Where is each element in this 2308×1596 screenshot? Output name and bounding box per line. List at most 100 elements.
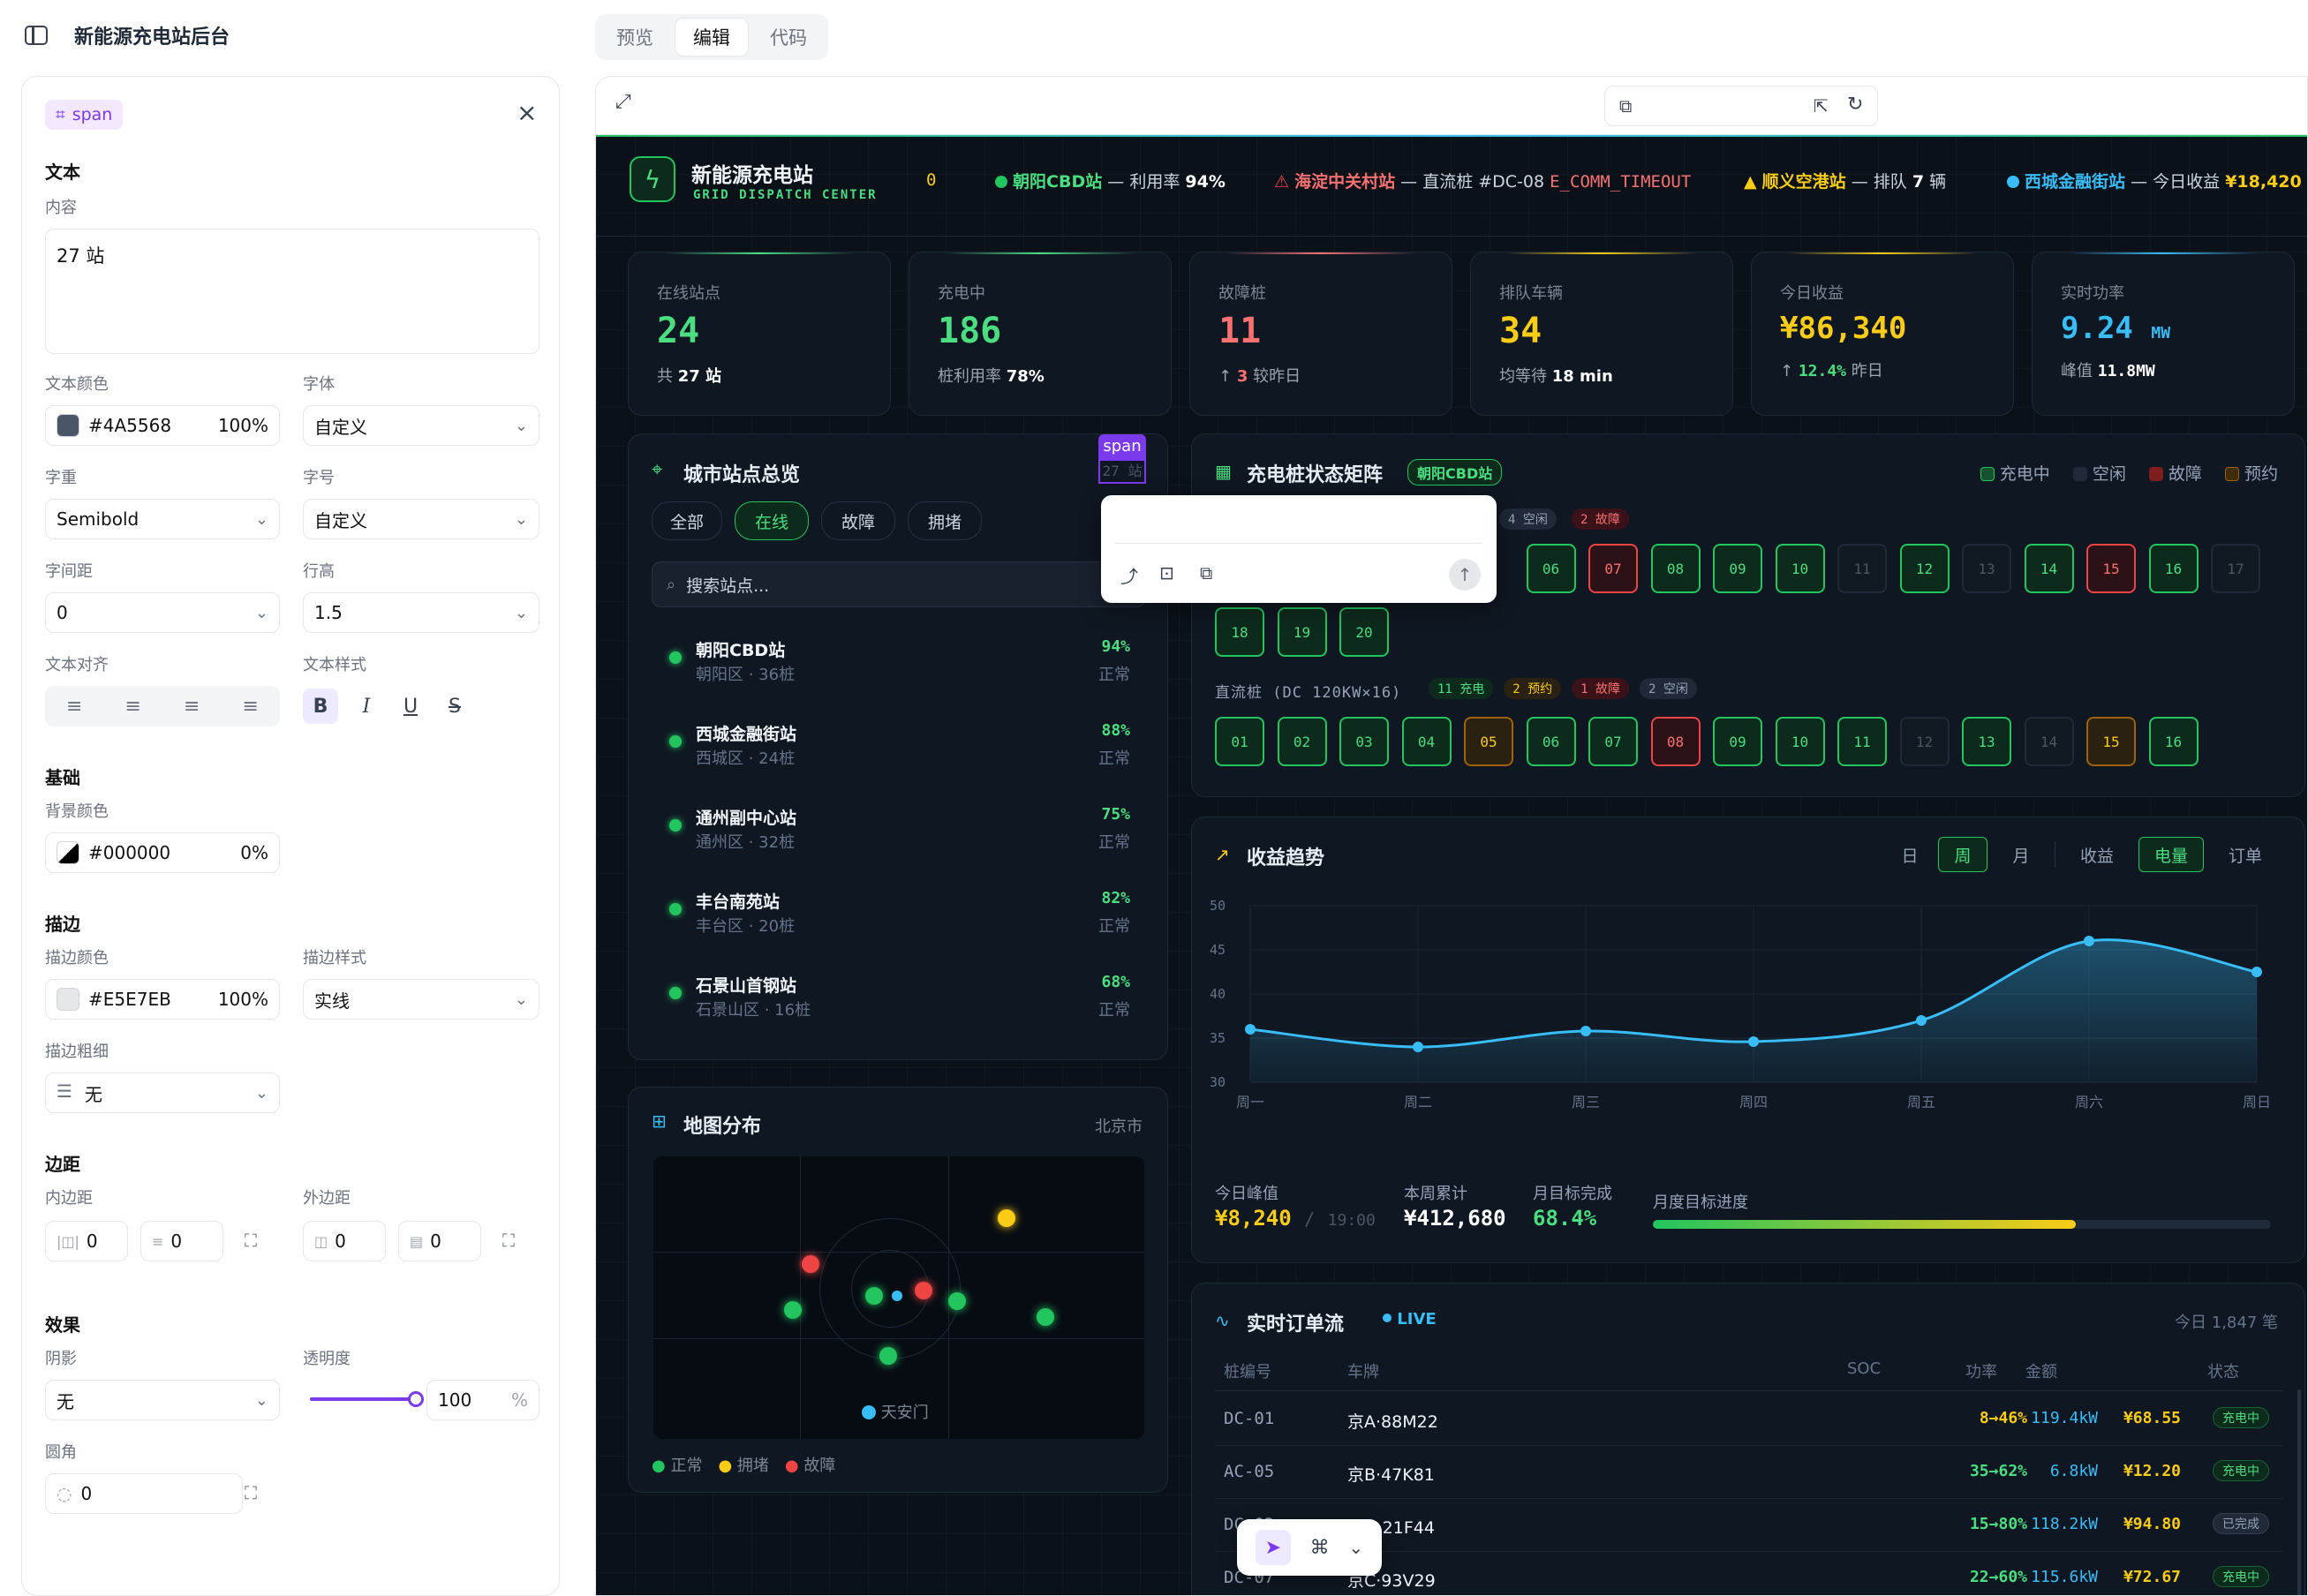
italic-icon[interactable]: I [351, 696, 382, 718]
text-color-swatch[interactable] [57, 414, 79, 437]
pile-cell[interactable]: 07 [1588, 717, 1638, 766]
map-marker-fault[interactable] [915, 1282, 932, 1299]
stroke-width-select[interactable]: ☰ 无 ⌄ [45, 1073, 280, 1113]
stroke-color-opacity[interactable]: 100% [218, 989, 268, 1010]
map-marker-congested[interactable] [998, 1209, 1015, 1227]
pile-cell[interactable]: 16 [2148, 544, 2199, 593]
radius-input[interactable]: ◌ 0 [45, 1473, 243, 1514]
send-arrow-icon[interactable]: ↑ [1449, 559, 1481, 591]
opacity-input[interactable]: 100% [426, 1380, 539, 1420]
path-icon[interactable]: ⌘ [1310, 1537, 1330, 1559]
spacing-select[interactable]: 0 ⌄ [45, 592, 280, 633]
opacity-slider-thumb[interactable] [408, 1391, 424, 1407]
text-color-field[interactable]: #4A5568 100% [45, 405, 280, 446]
station-item[interactable]: 丰台南苑站 丰台区 · 20桩 82% 正常 [629, 878, 1169, 962]
pile-cell[interactable]: 04 [1401, 717, 1452, 766]
range-tab-month[interactable]: 月 [1996, 837, 2046, 872]
filter-fault[interactable]: 故障 [821, 501, 895, 540]
pile-cell[interactable]: 09 [1713, 544, 1762, 593]
select-cursor-icon[interactable]: ➤ [1255, 1530, 1291, 1565]
pile-cell[interactable]: 12 [1899, 544, 1950, 593]
pile-cell[interactable]: 13 [1962, 544, 2011, 593]
align-right-icon[interactable]: ≡ [184, 696, 200, 718]
copy-icon[interactable]: ⧉ [1200, 562, 1212, 583]
filter-online[interactable]: 在线 [735, 501, 809, 540]
strikethrough-icon[interactable]: S [439, 696, 471, 718]
range-tab-day[interactable]: 日 [1890, 837, 1929, 872]
upload-icon[interactable]: ⤴ [1120, 562, 1138, 588]
pile-cell[interactable]: 10 [1775, 717, 1825, 766]
pile-cell[interactable]: 11 [1837, 717, 1887, 766]
align-justify-icon[interactable]: ≡ [243, 696, 259, 718]
chevrons-down-icon[interactable]: ⌄ [1348, 1537, 1363, 1558]
open-external-icon[interactable]: ⇱ [1814, 95, 1829, 117]
content-textarea[interactable]: 27 站 [45, 229, 539, 354]
pile-cell[interactable]: 19 [1277, 607, 1327, 657]
shadow-select[interactable]: 无 ⌄ [45, 1380, 280, 1420]
map-marker-normal[interactable] [879, 1347, 897, 1365]
pile-cell[interactable]: 20 [1339, 607, 1389, 657]
text-color-opacity[interactable]: 100% [218, 415, 268, 436]
expand-margin-icon[interactable]: ⛶ [502, 1230, 515, 1251]
metric-tab-orders[interactable]: 订单 [2213, 837, 2278, 872]
map-canvas[interactable]: 天安门 [653, 1156, 1144, 1439]
map-marker-normal[interactable] [1037, 1308, 1054, 1326]
station-item[interactable]: 石景山首钢站 石景山区 · 16桩 68% 正常 [629, 962, 1169, 1046]
order-row[interactable]: DC-01 京A·88M22 8→46% 119.4kW ¥68.55 充电中 [1215, 1393, 2283, 1446]
bold-icon[interactable]: B [303, 689, 338, 724]
pile-cell[interactable]: 05 [1464, 717, 1513, 766]
station-item[interactable]: 西城金融街站 西城区 · 24桩 88% 正常 [629, 711, 1169, 794]
tab-edit[interactable]: 编辑 [675, 18, 749, 56]
pile-cell[interactable]: 15 [2086, 717, 2136, 766]
stroke-color-swatch[interactable] [57, 988, 79, 1011]
code-icon[interactable]: ⊡ [1159, 562, 1174, 583]
orders-scrollbar[interactable] [2297, 1389, 2301, 1595]
map-marker-fault[interactable] [802, 1255, 819, 1273]
close-icon[interactable]: × [517, 98, 537, 127]
filter-all[interactable]: 全部 [652, 501, 722, 540]
pile-cell[interactable]: 11 [1837, 544, 1887, 593]
pile-cell[interactable]: 09 [1713, 717, 1762, 766]
pile-cell[interactable]: 06 [1526, 717, 1576, 766]
margin-x-input[interactable]: ◫ 0 [303, 1221, 386, 1261]
pile-cell[interactable]: 14 [2024, 544, 2074, 593]
filter-congested[interactable]: 拥堵 [908, 501, 982, 540]
padding-y-input[interactable]: ≡ 0 [140, 1221, 223, 1261]
pile-cell[interactable]: 15 [2086, 544, 2136, 593]
stroke-color-field[interactable]: #E5E7EB 100% [45, 979, 280, 1020]
pile-cell[interactable]: 02 [1277, 717, 1327, 766]
span-selected-text[interactable]: 27 站 [1098, 459, 1146, 484]
stroke-style-select[interactable]: 实线 ⌄ [303, 979, 539, 1020]
pile-cell[interactable]: 06 [1526, 544, 1576, 593]
pile-cell[interactable]: 14 [2024, 717, 2074, 766]
tab-code[interactable]: 代码 [752, 18, 825, 56]
size-select[interactable]: 自定义 ⌄ [303, 499, 539, 539]
bg-color-field[interactable]: #000000 0% [45, 832, 280, 873]
bg-color-opacity[interactable]: 0% [240, 842, 268, 863]
font-select[interactable]: 自定义 ⌄ [303, 405, 539, 446]
opacity-slider[interactable] [310, 1391, 424, 1407]
margin-y-input[interactable]: ▤ 0 [398, 1221, 481, 1261]
pile-cell[interactable]: 16 [2148, 717, 2199, 766]
bg-color-swatch[interactable] [57, 841, 79, 864]
metric-tab-energy[interactable]: 电量 [2138, 837, 2204, 872]
pile-cell[interactable]: 08 [1650, 717, 1701, 766]
expand-radius-icon[interactable]: ⛶ [245, 1482, 257, 1503]
pile-cell[interactable]: 18 [1215, 607, 1264, 657]
order-row[interactable]: AC-05 京B·47K81 35→62% 6.8kW ¥12.20 充电中 [1215, 1446, 2283, 1499]
range-tab-week[interactable]: 周 [1938, 837, 1987, 872]
pile-cell[interactable]: 10 [1775, 544, 1825, 593]
station-item[interactable]: 朝阳CBD站 朝阳区 · 36桩 94% 正常 [629, 627, 1169, 711]
sidebar-toggle-icon[interactable] [25, 26, 48, 45]
pile-cell[interactable]: 17 [2211, 544, 2260, 593]
weight-select[interactable]: Semibold ⌄ [45, 499, 280, 539]
metric-tab-revenue[interactable]: 收益 [2064, 837, 2130, 872]
map-marker-normal[interactable] [784, 1301, 802, 1319]
station-item[interactable]: 通州副中心站 通州区 · 32桩 75% 正常 [629, 794, 1169, 878]
underline-icon[interactable]: U [395, 696, 426, 718]
device-icon[interactable]: ⧉ [1619, 95, 1632, 117]
expand-icon[interactable]: ⤢ [615, 91, 631, 113]
map-marker-normal[interactable] [865, 1287, 883, 1305]
tab-preview[interactable]: 预览 [599, 18, 671, 56]
pile-cell[interactable]: 07 [1588, 544, 1638, 593]
